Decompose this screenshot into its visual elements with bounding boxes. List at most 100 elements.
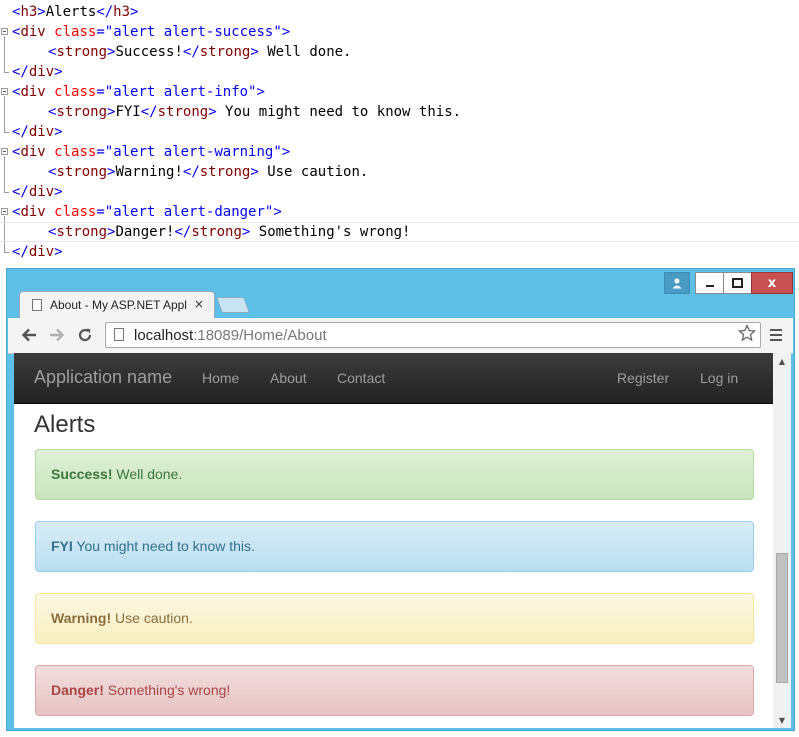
close-icon: x: [767, 275, 777, 291]
code-token: >: [54, 184, 63, 200]
nav-link-home[interactable]: Home: [202, 370, 239, 386]
star-icon: [737, 323, 757, 342]
code-token: </: [12, 124, 29, 140]
tab-title: About - My ASP.NET Appl: [50, 298, 187, 312]
back-button[interactable]: [18, 324, 40, 346]
code-token: strong: [191, 224, 242, 240]
code-token: </: [12, 244, 29, 260]
current-code-line: <strong>Danger!</strong> Something's wro…: [0, 222, 799, 242]
scroll-up-arrow-icon[interactable]: ▲: [773, 353, 791, 369]
code-token: div: [28, 244, 55, 260]
menu-icon: [770, 339, 782, 341]
code-token: </: [182, 44, 200, 60]
menu-icon: [770, 329, 782, 331]
code-line: <strong>Success!</strong> Well done.: [0, 42, 799, 62]
code-line: <h3>Alerts</h3>: [0, 2, 799, 22]
tab-close-icon[interactable]: ×: [194, 297, 204, 311]
address-bar[interactable]: localhost:18089/Home/About: [105, 322, 761, 348]
code-token: h3: [20, 4, 38, 20]
new-tab-button[interactable]: [216, 297, 250, 313]
collapse-toggle-icon[interactable]: [1, 208, 8, 215]
alert-success: Success! Well done.: [35, 449, 754, 500]
code-token: div: [28, 64, 55, 80]
code-token: Warning!: [115, 164, 183, 180]
code-token: div: [20, 204, 46, 220]
alert-label: Warning!: [51, 610, 112, 626]
code-token: "alert alert-success": [104, 24, 282, 40]
code-token: class: [54, 204, 97, 220]
code-token: </: [140, 104, 158, 120]
code-token: Danger!: [115, 224, 175, 240]
code-token: div: [28, 184, 55, 200]
code-token: "alert alert-danger": [104, 204, 274, 220]
code-token: strong: [56, 164, 108, 180]
code-token: </: [182, 164, 200, 180]
code-token: class: [54, 84, 97, 100]
maximize-icon: [732, 278, 743, 288]
minimize-button[interactable]: [695, 272, 724, 294]
nav-link-login[interactable]: Log in: [700, 370, 738, 386]
scroll-down-arrow-icon[interactable]: ▼: [773, 712, 791, 728]
scrollbar-thumb[interactable]: [776, 553, 788, 683]
page-viewport: Application name Home About Contact Regi…: [14, 353, 779, 728]
code-editor[interactable]: <h3>Alerts</h3> <div class="alert alert-…: [0, 0, 799, 268]
code-token: strong: [56, 44, 108, 60]
menu-icon: [770, 334, 782, 336]
user-button[interactable]: [664, 272, 690, 294]
alert-label: Success!: [51, 466, 113, 482]
nav-link-contact[interactable]: Contact: [337, 370, 385, 386]
code-line: <strong>FYI</strong> You might need to k…: [0, 102, 799, 122]
code-line: <div class="alert alert-info">: [0, 82, 799, 102]
code-token: =: [96, 204, 105, 220]
url-path: :18089/Home/About: [193, 327, 327, 344]
code-line: <strong>Warning!</strong> Use caution.: [0, 162, 799, 182]
code-token: >: [250, 164, 259, 180]
brand-link[interactable]: Application name: [34, 367, 172, 388]
site-navbar: Application name Home About Contact Regi…: [14, 353, 773, 404]
code-token: Well done.: [258, 44, 352, 60]
collapse-toggle-icon[interactable]: [1, 148, 8, 155]
code-token: Use caution.: [258, 164, 369, 180]
code-token: Something's wrong!: [250, 224, 411, 240]
code-token: =: [96, 24, 105, 40]
collapse-toggle-icon[interactable]: [1, 28, 8, 35]
bookmark-star-icon[interactable]: [737, 323, 757, 347]
code-line: <div class="alert alert-danger">: [0, 202, 799, 222]
code-token: </: [174, 224, 192, 240]
url-text[interactable]: localhost:18089/Home/About: [134, 327, 327, 344]
code-token: =: [96, 84, 105, 100]
code-token: >: [281, 24, 291, 40]
code-token: >: [54, 244, 63, 260]
code-token: class: [54, 144, 97, 160]
tab-about[interactable]: About - My ASP.NET Appl ×: [19, 291, 215, 319]
code-token: >: [37, 4, 46, 20]
nav-link-register[interactable]: Register: [617, 370, 669, 386]
reload-button[interactable]: [74, 324, 96, 346]
alert-message: Well done.: [112, 466, 183, 482]
code-token: >: [54, 64, 63, 80]
page-scrollbar[interactable]: ▲ ▼: [773, 353, 791, 728]
maximize-button[interactable]: [723, 272, 752, 294]
alert-label: Danger!: [51, 682, 104, 698]
browser-window: x About - My ASP.NET Appl × localhost:18…: [6, 268, 795, 731]
menu-button[interactable]: [770, 326, 786, 344]
code-token: Alerts: [45, 4, 97, 20]
nav-link-about[interactable]: About: [270, 370, 307, 386]
code-token: </: [96, 4, 114, 20]
code-token: Success!: [115, 44, 183, 60]
minimize-icon: [705, 285, 714, 287]
collapse-toggle-icon[interactable]: [1, 88, 8, 95]
window-close-button[interactable]: x: [751, 272, 793, 294]
code-token: >: [256, 84, 265, 100]
code-token: "alert alert-info": [104, 84, 257, 100]
code-token: div: [28, 124, 55, 140]
code-token: strong: [56, 224, 108, 240]
code-line: </div>: [0, 182, 799, 202]
forward-button[interactable]: [46, 324, 68, 346]
page-icon: [32, 299, 42, 311]
back-arrow-icon: [21, 328, 36, 342]
alert-label: FYI: [51, 538, 73, 554]
reload-icon: [78, 328, 92, 342]
code-token: =: [96, 144, 105, 160]
code-line: </div>: [0, 242, 799, 262]
